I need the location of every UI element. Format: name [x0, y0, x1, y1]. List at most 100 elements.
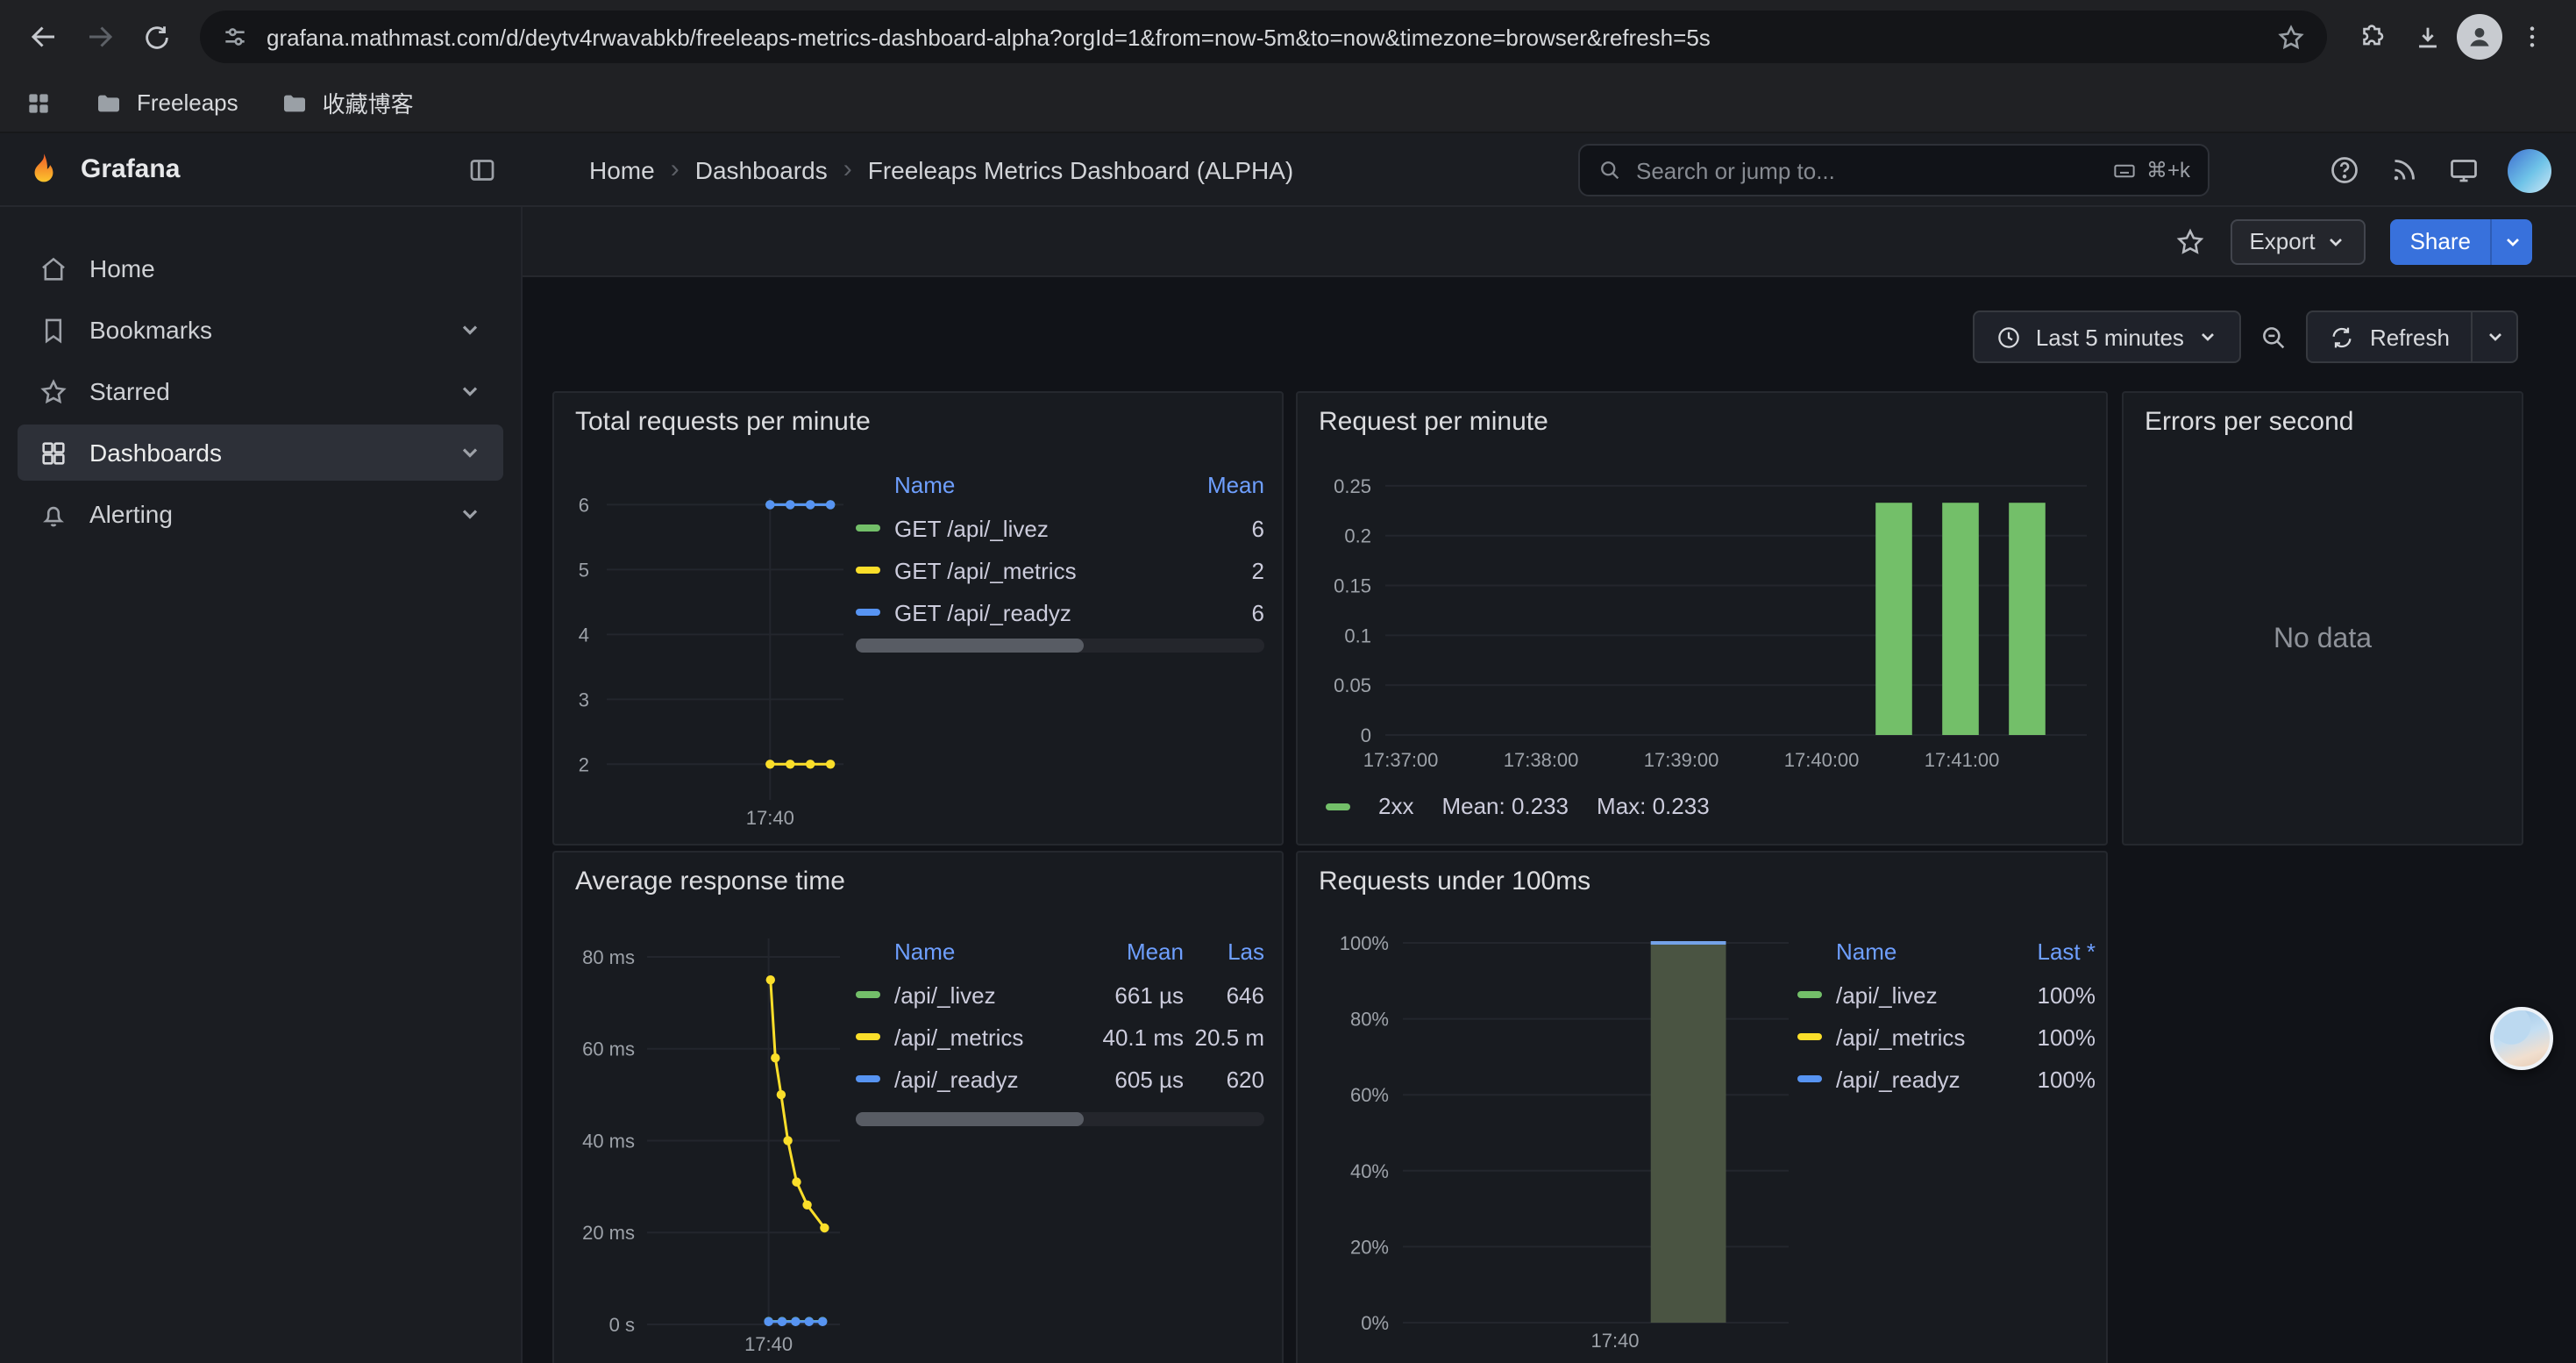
scrollbar-thumb[interactable] [856, 1112, 1085, 1126]
bookmark-folder-blogs[interactable]: 收藏博客 [281, 86, 414, 119]
bookmark-label: 收藏博客 [323, 86, 414, 119]
series-color-dash [856, 567, 880, 574]
legend-row[interactable]: /api/_readyz100% [1797, 1058, 2096, 1100]
browser-profile-avatar[interactable] [2457, 14, 2502, 60]
series-name: /api/_livez [1836, 981, 2004, 1008]
series-value: 2 [1163, 557, 1264, 583]
breadcrumb-home[interactable]: Home [589, 155, 655, 183]
bookmark-icon [39, 315, 68, 345]
topbar-actions [2329, 144, 2551, 196]
browser-menu-kebab-icon[interactable] [2506, 11, 2558, 63]
search-input[interactable]: Search or jump to... ⌘+k [1578, 144, 2210, 196]
svg-text:17:40: 17:40 [744, 1333, 793, 1355]
legend-column-header[interactable]: Last * [2004, 938, 2096, 965]
svg-text:3: 3 [579, 689, 589, 710]
sidebar-item-label: Starred [89, 377, 170, 405]
share-button[interactable]: Share [2391, 218, 2490, 264]
panel-title[interactable]: Requests under 100ms [1319, 867, 1590, 896]
series-name: GET /api/_readyz [894, 599, 1163, 625]
monitor-icon[interactable] [2448, 154, 2480, 186]
breadcrumb-dashboards[interactable]: Dashboards [695, 155, 828, 183]
extensions-icon[interactable] [2345, 11, 2397, 63]
legend-row[interactable]: /api/_metrics100% [1797, 1016, 2096, 1058]
chevron-down-icon[interactable] [458, 379, 482, 403]
legend-inline: 2xxMean: 0.233Max: 0.233 [1326, 793, 1710, 819]
svg-text:17:38:00: 17:38:00 [1504, 749, 1579, 771]
download-icon[interactable] [2401, 11, 2453, 63]
floating-assistant-avatar[interactable] [2490, 1007, 2553, 1070]
legend-table: NameMeanLas/api/_livez661 µs646/api/_met… [856, 930, 1264, 1100]
export-button[interactable]: Export [2230, 218, 2366, 264]
legend-row[interactable]: /api/_livez661 µs646 [856, 974, 1264, 1016]
sidebar-item-label: Home [89, 254, 155, 282]
time-range-label: Last 5 minutes [2036, 324, 2184, 350]
zoom-out-icon[interactable] [2259, 322, 2289, 352]
rss-icon[interactable] [2388, 154, 2420, 186]
legend-scrollbar[interactable] [856, 639, 1264, 653]
url-bar[interactable]: grafana.mathmast.com/d/deytv4rwavabkb/fr… [200, 11, 2327, 63]
brand: Grafana [0, 150, 523, 189]
legend-column-header[interactable]: Mean [1085, 938, 1184, 965]
legend-row[interactable]: /api/_readyz605 µs620 [856, 1058, 1264, 1100]
grafana-logo[interactable] [25, 150, 63, 189]
scrollbar-thumb[interactable] [856, 639, 1085, 653]
legend-row[interactable]: GET /api/_readyz6 [856, 591, 1264, 633]
svg-text:17:37:00: 17:37:00 [1363, 749, 1439, 771]
series-value: 661 µs [1085, 981, 1184, 1008]
favorite-star-icon[interactable] [2174, 225, 2205, 257]
chevron-down-icon[interactable] [458, 318, 482, 342]
refresh-interval-dropdown[interactable] [2471, 312, 2516, 361]
bar-chart[interactable]: 00.050.10.150.20.2517:37:0017:38:0017:39… [1298, 393, 2110, 847]
sidebar-toggle-icon[interactable] [466, 153, 498, 185]
chevron-down-icon[interactable] [458, 502, 482, 526]
panel-title[interactable]: Request per minute [1319, 407, 1548, 437]
svg-text:0%: 0% [1361, 1312, 1389, 1334]
legend-column-header[interactable]: Name [856, 938, 1085, 965]
series-name[interactable]: 2xx [1378, 793, 1413, 819]
series-color-dash [1797, 1075, 1822, 1082]
time-controls: Last 5 minutes Refresh [1973, 310, 2518, 363]
chevron-down-icon [2326, 231, 2347, 252]
chevron-down-icon[interactable] [458, 440, 482, 465]
user-avatar[interactable] [2508, 148, 2551, 192]
panel-title[interactable]: Average response time [575, 867, 845, 896]
refresh-button[interactable]: Refresh [2309, 312, 2471, 361]
sidebar-item-dashboards[interactable]: Dashboards [18, 425, 503, 481]
legend-row[interactable]: GET /api/_metrics2 [856, 549, 1264, 591]
svg-text:60 ms: 60 ms [582, 1038, 635, 1060]
url-text[interactable]: grafana.mathmast.com/d/deytv4rwavabkb/fr… [267, 24, 2259, 50]
back-icon[interactable] [18, 11, 70, 63]
legend-row[interactable]: /api/_livez100% [1797, 974, 2096, 1016]
legend-table: NameLast * /api/_livez100%/api/_metrics10… [1797, 930, 2096, 1100]
series-value: 40.1 ms [1085, 1024, 1184, 1050]
legend-scrollbar[interactable] [856, 1112, 1264, 1126]
series-value: 620 [1184, 1066, 1264, 1092]
legend-column-header[interactable]: Name [856, 472, 1163, 498]
sidebar-item-alerting[interactable]: Alerting [18, 486, 503, 542]
export-label: Export [2249, 228, 2315, 254]
apps-grid-icon[interactable] [25, 89, 53, 117]
svg-text:17:39:00: 17:39:00 [1644, 749, 1719, 771]
site-settings-icon[interactable] [221, 23, 249, 51]
brand-name: Grafana [81, 154, 180, 184]
search-placeholder: Search or jump to... [1636, 157, 1835, 183]
home-icon [39, 253, 68, 283]
panel-title[interactable]: Total requests per minute [575, 407, 871, 437]
refresh-icon[interactable] [130, 11, 182, 63]
svg-text:0 s: 0 s [609, 1314, 635, 1336]
time-range-picker[interactable]: Last 5 minutes [1973, 310, 2242, 363]
bookmark-folder-freeleaps[interactable]: Freeleaps [95, 89, 238, 117]
panel-title[interactable]: Errors per second [2145, 407, 2353, 437]
legend-column-header[interactable]: Mean [1163, 472, 1264, 498]
legend-row[interactable]: /api/_metrics40.1 ms20.5 m [856, 1016, 1264, 1058]
share-dropdown-button[interactable] [2490, 218, 2532, 264]
help-icon[interactable] [2329, 154, 2360, 186]
legend-column-header[interactable]: Name [1797, 938, 2004, 965]
sidebar-item-bookmarks[interactable]: Bookmarks [18, 302, 503, 358]
legend-column-header[interactable]: Las [1184, 938, 1264, 965]
bookmark-star-icon[interactable] [2276, 22, 2306, 52]
sidebar-item-home[interactable]: Home [18, 240, 503, 296]
legend-row[interactable]: GET /api/_livez6 [856, 507, 1264, 549]
sidebar-item-label: Bookmarks [89, 316, 212, 344]
sidebar-item-starred[interactable]: Starred [18, 363, 503, 419]
